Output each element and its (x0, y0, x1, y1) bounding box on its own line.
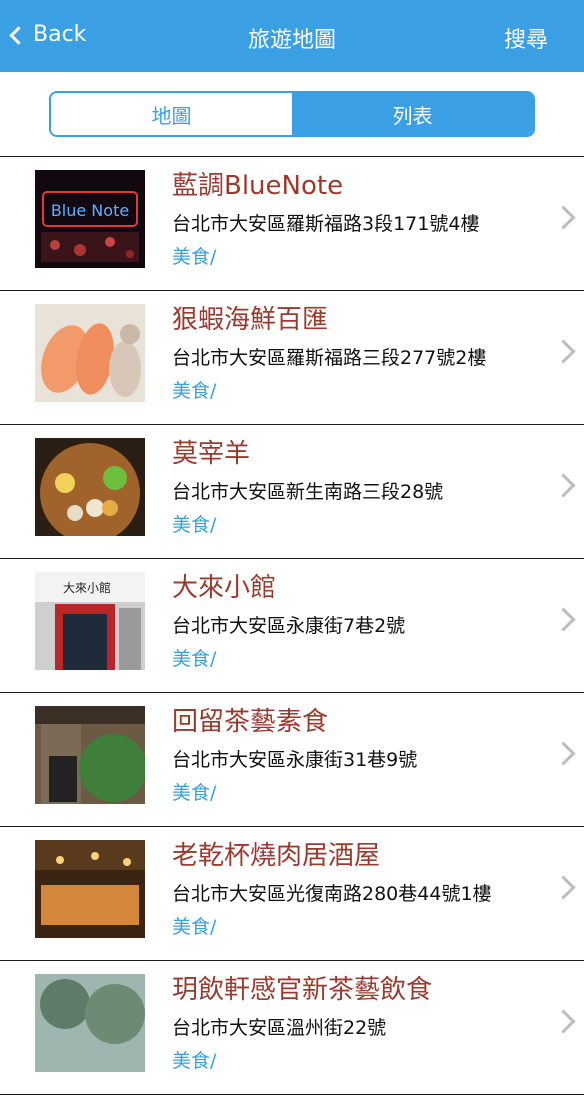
place-category: 美食/ (172, 246, 217, 268)
place-address: 台北市大安區永康街31巷9號 (172, 749, 418, 771)
place-name: 玥飲軒感官新茶藝飲食 (172, 975, 433, 1005)
thumbnail-image (35, 706, 145, 804)
thumbnail-image (35, 438, 145, 536)
place-name: 狠蝦海鮮百匯 (172, 305, 329, 335)
place-name: 藍調BlueNote (172, 171, 344, 201)
place-category: 美食/ (172, 916, 217, 938)
list-item[interactable]: 老乾杯燒肉居酒屋 台北市大安區光復南路280巷44號1樓 美食/ (0, 827, 584, 961)
chevron-right-icon (551, 875, 576, 900)
place-address: 台北市大安區光復南路280巷44號1樓 (172, 883, 492, 905)
shop-sign-text: 大來小館 (63, 580, 111, 595)
view-toggle-area: 地圖 列表 (0, 72, 584, 157)
place-category: 美食/ (172, 514, 217, 536)
list-item[interactable]: 莫宰羊 台北市大安區新生南路三段28號 美食/ (0, 425, 584, 559)
place-name: 老乾杯燒肉居酒屋 (172, 841, 381, 871)
place-name: 回留茶藝素食 (172, 707, 329, 737)
list-item[interactable]: 回留茶藝素食 台北市大安區永康街31巷9號 美食/ (0, 693, 584, 827)
place-address: 台北市大安區永康街7巷2號 (172, 615, 406, 637)
chevron-right-icon (551, 339, 576, 364)
page-title: 旅遊地圖 (247, 28, 336, 53)
thumbnail-image (35, 840, 145, 938)
thumbnail-image: Blue Note (35, 170, 145, 268)
place-name: 大來小館 (172, 573, 277, 603)
place-category: 美食/ (172, 782, 217, 804)
place-category: 美食/ (172, 648, 217, 670)
chevron-right-icon (551, 1009, 576, 1034)
tab-list[interactable]: 列表 (292, 93, 533, 135)
place-address: 台北市大安區羅斯福路三段277號2樓 (172, 347, 487, 369)
list-item[interactable]: 大來小館 大來小館 台北市大安區永康街7巷2號 美食/ (0, 559, 584, 693)
chevron-right-icon (551, 473, 576, 498)
view-segmented-control: 地圖 列表 (49, 91, 535, 137)
chevron-right-icon (551, 741, 576, 766)
place-address: 台北市大安區羅斯福路3段171號4樓 (172, 213, 480, 235)
chevron-right-icon (551, 205, 576, 230)
tab-map[interactable]: 地圖 (51, 93, 292, 135)
thumbnail-image (35, 974, 145, 1072)
place-address: 台北市大安區新生南路三段28號 (172, 481, 444, 503)
blue-note-sign-text: Blue Note (51, 201, 129, 220)
list-item[interactable]: Blue Note 藍調BlueNote 台北市大安區羅斯福路3段171號4樓 … (0, 157, 584, 291)
place-list: Blue Note 藍調BlueNote 台北市大安區羅斯福路3段171號4樓 … (0, 157, 584, 1095)
place-category: 美食/ (172, 1050, 217, 1072)
list-item[interactable]: 玥飲軒感官新茶藝飲食 台北市大安區溫州街22號 美食/ (0, 961, 584, 1095)
thumbnail-image: 大來小館 (35, 572, 145, 670)
list-item[interactable]: 狠蝦海鮮百匯 台北市大安區羅斯福路三段277號2樓 美食/ (0, 291, 584, 425)
place-name: 莫宰羊 (172, 439, 251, 469)
chevron-right-icon (551, 607, 576, 632)
thumbnail-image (35, 304, 145, 402)
place-address: 台北市大安區溫州街22號 (172, 1017, 387, 1039)
top-nav-bar: Back 旅遊地圖 搜尋 (0, 0, 584, 72)
place-category: 美食/ (172, 380, 217, 402)
search-button[interactable]: 搜尋 (504, 22, 548, 54)
